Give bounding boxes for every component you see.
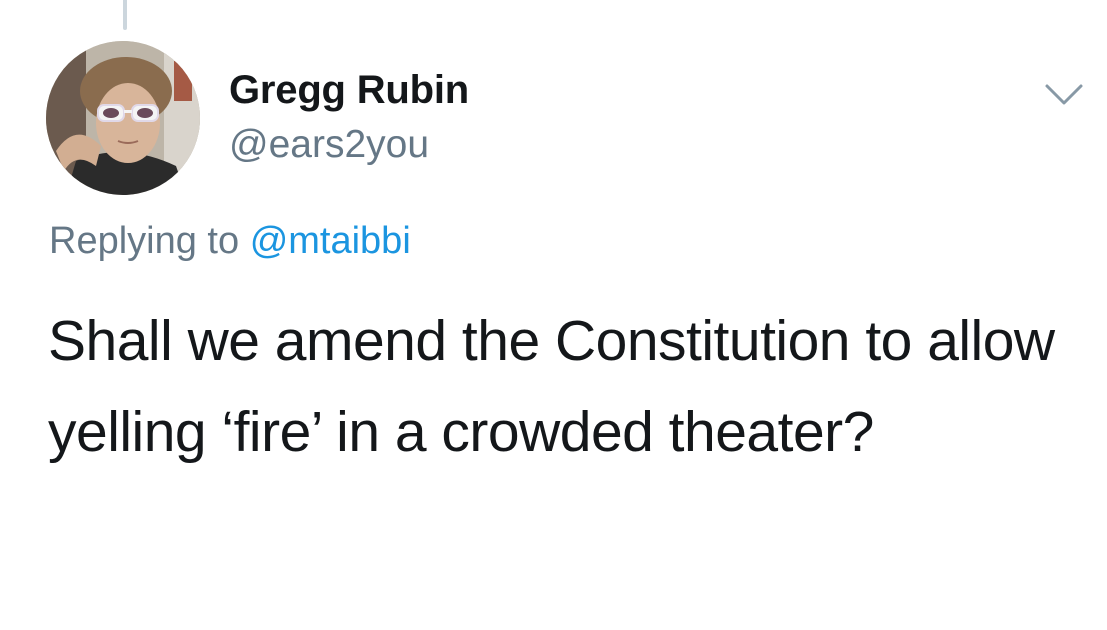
- author-handle[interactable]: @ears2you: [229, 123, 429, 167]
- replying-to-line: Replying to @mtaibbi: [49, 220, 411, 263]
- reply-mention-link[interactable]: @mtaibbi: [250, 220, 411, 262]
- chevron-down-icon[interactable]: [1044, 82, 1084, 108]
- author-display-name[interactable]: Gregg Rubin: [229, 68, 469, 113]
- replying-to-label: Replying to: [49, 220, 240, 262]
- avatar[interactable]: [46, 41, 200, 195]
- thread-connector-line: [123, 0, 127, 30]
- avatar-photo: [46, 41, 200, 195]
- tweet-text: Shall we amend the Constitution to allow…: [48, 309, 1055, 464]
